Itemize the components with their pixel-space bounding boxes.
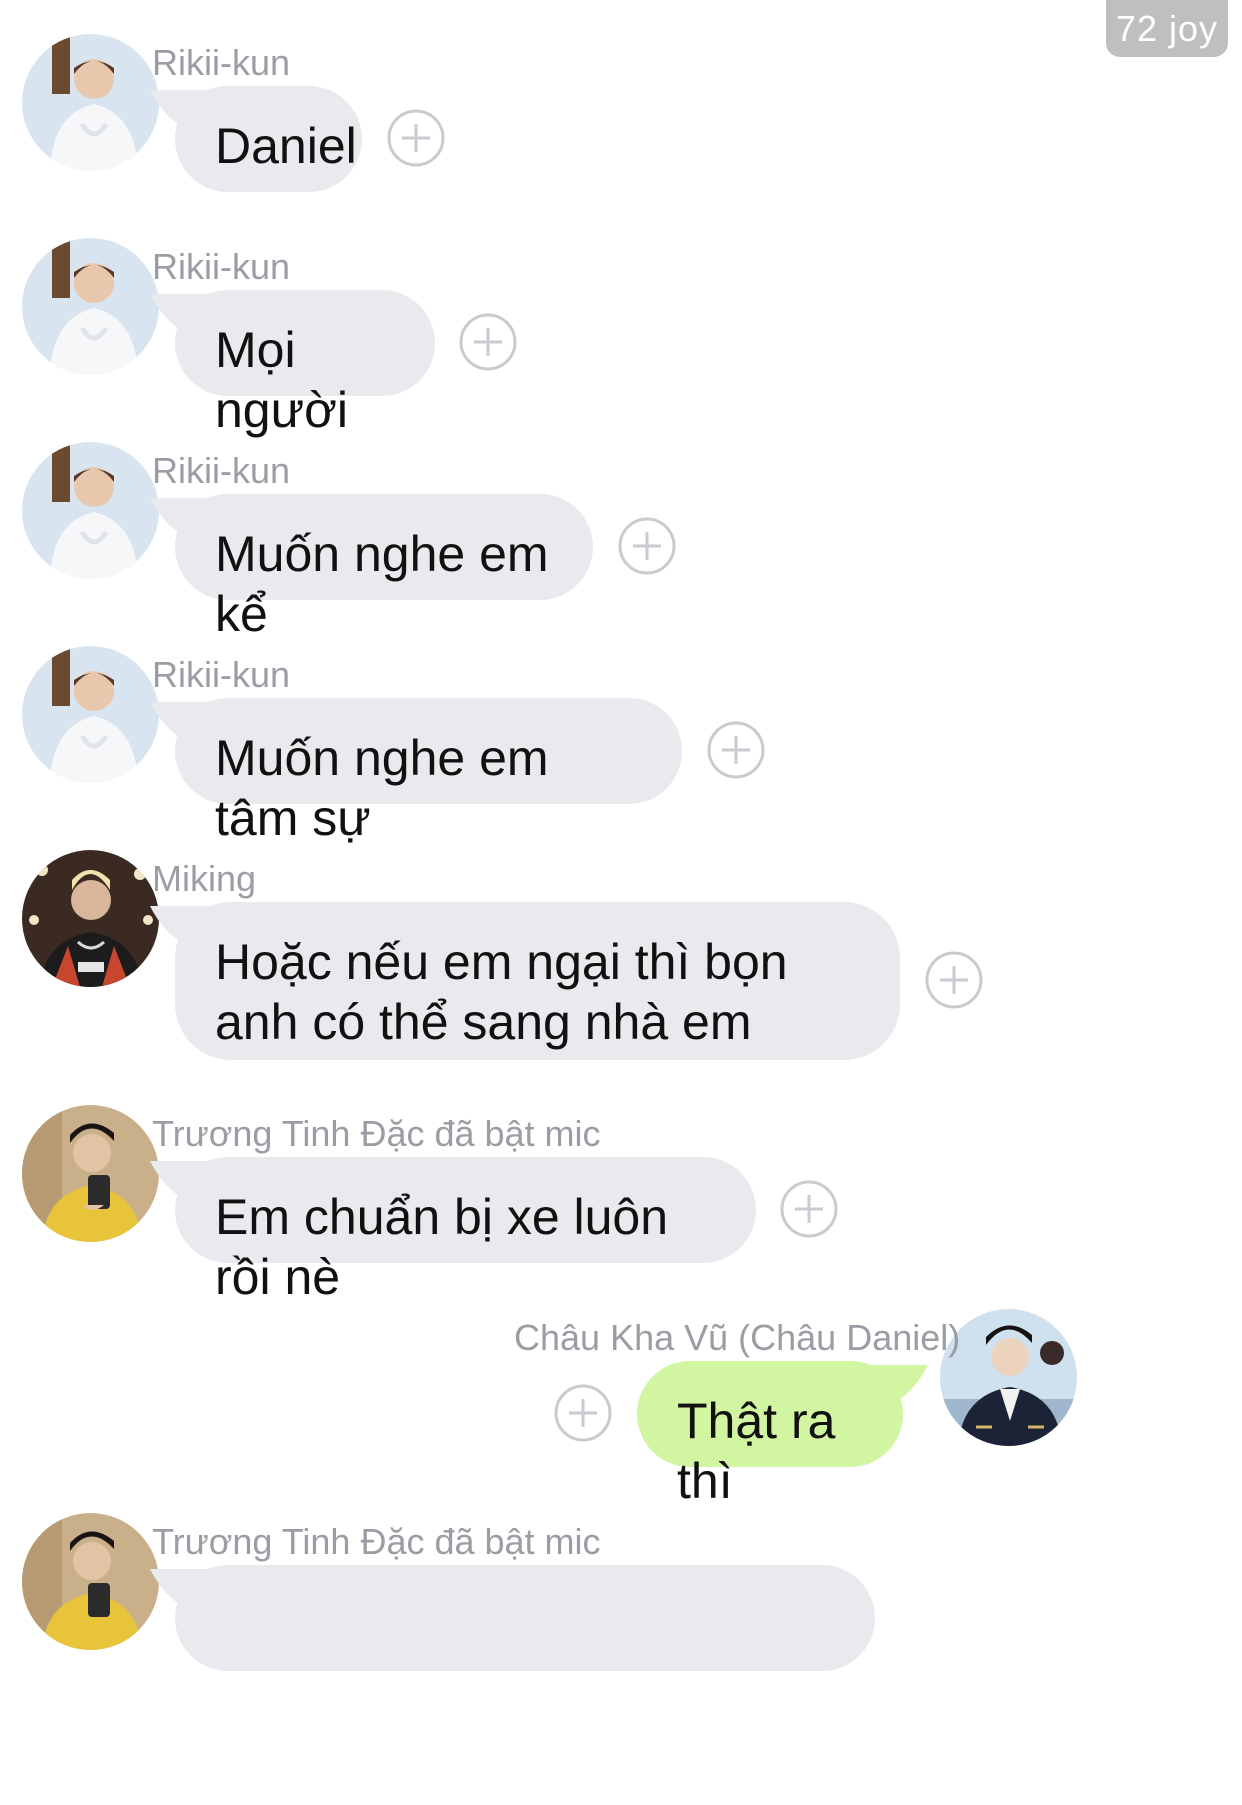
sender-name: Rikii-kun	[152, 246, 291, 287]
message-bubble[interactable]: Muốn nghe em tâm sự	[175, 698, 682, 846]
message-text: Mọi người	[215, 322, 348, 438]
plus-circle-icon[interactable]	[458, 312, 522, 376]
sender-name: Rikii-kun	[152, 42, 291, 83]
message-bubble[interactable]: Em chuẩn bị xe luôn rồi nè	[175, 1157, 756, 1305]
message-row: Rikii-kun Mọi người	[0, 238, 1242, 438]
message-row: Rikii-kun Muốn nghe em kể	[0, 442, 1242, 642]
message-bubble[interactable]	[175, 1565, 875, 1671]
plus-circle-icon[interactable]	[617, 516, 681, 580]
plus-circle-icon[interactable]	[706, 720, 770, 784]
truong-tinh-dac-avatar[interactable]	[22, 1513, 159, 1650]
message-bubble[interactable]: Mọi người	[175, 290, 435, 438]
truong-tinh-dac-avatar[interactable]	[22, 1105, 159, 1242]
message-row: Rikii-kun Muốn nghe em tâm sự	[0, 646, 1242, 846]
sender-name: Trương Tinh Đặc đã bật mic	[152, 1113, 601, 1154]
plus-circle-icon[interactable]	[924, 950, 988, 1014]
plus-circle-icon[interactable]	[386, 108, 450, 172]
plus-circle-icon[interactable]	[553, 1383, 617, 1447]
sender-name: Châu Kha Vũ (Châu Daniel)	[514, 1317, 961, 1358]
sender-name: Rikii-kun	[152, 654, 291, 695]
sender-name: Rikii-kun	[152, 450, 291, 491]
message-text: Em chuẩn bị xe luôn rồi nè	[215, 1189, 669, 1305]
plus-circle-icon[interactable]	[779, 1179, 843, 1243]
message-bubble[interactable]: Thật ra thì	[637, 1361, 903, 1509]
message-row: Miking Hoặc nếu em ngại thì bọn anh có t…	[0, 850, 1242, 1070]
sender-name: Miking	[152, 858, 257, 899]
message-row: Rikii-kun Daniel	[0, 34, 1242, 204]
rikii-avatar[interactable]	[22, 646, 159, 783]
chau-kha-vu-avatar[interactable]	[940, 1309, 1077, 1446]
message-row: Châu Kha Vũ (Châu Daniel) Thật ra thì	[0, 1309, 1242, 1509]
message-text: Daniel	[215, 118, 357, 174]
message-row: Trương Tinh Đặc đã bật mic Em chuẩn bị x…	[0, 1105, 1242, 1305]
message-text: Muốn nghe em kể	[215, 526, 549, 642]
message-text: Hoặc nếu em ngại thì bọn anh có thể sang…	[215, 934, 788, 1050]
rikii-avatar[interactable]	[22, 238, 159, 375]
rikii-avatar[interactable]	[22, 442, 159, 579]
message-text: Thật ra thì	[677, 1393, 836, 1509]
sender-name: Trương Tinh Đặc đã bật mic	[152, 1521, 601, 1562]
miking-avatar[interactable]	[22, 850, 159, 987]
chat-screen: 72 joy Rikii-kun Daniel Rikii-kun Mọi ng…	[0, 0, 1242, 1805]
message-row: Trương Tinh Đặc đã bật mic	[0, 1513, 1242, 1805]
message-bubble[interactable]: Daniel	[175, 86, 362, 192]
message-bubble[interactable]: Hoặc nếu em ngại thì bọn anh có thể sang…	[175, 902, 900, 1060]
message-text: Muốn nghe em tâm sự	[215, 730, 549, 846]
rikii-avatar[interactable]	[22, 34, 159, 171]
message-bubble[interactable]: Muốn nghe em kể	[175, 494, 593, 642]
